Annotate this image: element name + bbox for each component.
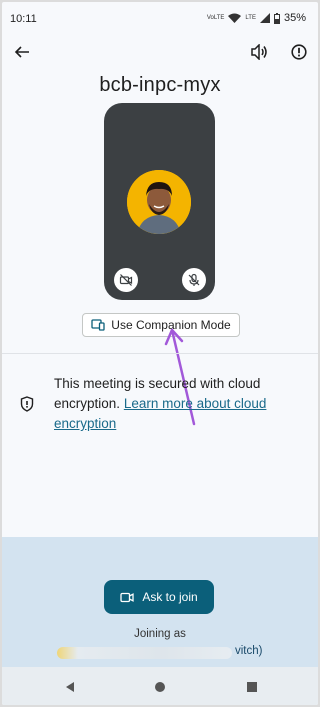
square-recents-icon: [247, 682, 257, 692]
screen: 10:11 VoLTE LTE 35% bcb-inpc-myx Use Com…: [2, 2, 318, 705]
status-time: 10:11: [10, 13, 37, 25]
account-info: vitch): [57, 645, 267, 661]
video-camera-icon: [120, 592, 134, 602]
camera-off-icon: [119, 274, 133, 286]
self-preview-tile: [104, 103, 215, 300]
nav-recents-button[interactable]: [242, 677, 262, 697]
security-text: This meeting is secured with cloud encry…: [54, 374, 290, 434]
info-icon: [291, 44, 307, 60]
audio-output-button[interactable]: [246, 38, 274, 66]
redacted-account: [57, 647, 232, 659]
back-button[interactable]: [8, 38, 36, 66]
lte-indicator: LTE: [245, 15, 256, 21]
nav-back-button[interactable]: [60, 677, 80, 697]
ask-to-join-label: Ask to join: [142, 590, 198, 604]
wifi-icon: [228, 13, 242, 23]
speaker-icon: [251, 44, 267, 60]
signal-icon: [259, 13, 270, 23]
status-icons: VoLTE LTE 35%: [207, 12, 306, 24]
account-suffix: vitch): [235, 645, 263, 657]
use-companion-mode-button[interactable]: Use Companion Mode: [82, 313, 240, 337]
mic-off-icon: [188, 273, 200, 286]
circle-home-icon: [155, 682, 165, 692]
join-panel: Ask to join Joining as vitch): [2, 537, 318, 667]
volte-indicator: VoLTE: [206, 15, 225, 21]
meeting-info-button[interactable]: [285, 38, 313, 66]
shield-icon: [20, 396, 34, 412]
top-app-bar: [2, 36, 318, 72]
battery-icon: [273, 12, 280, 24]
companion-devices-icon: [91, 319, 105, 331]
triangle-back-icon: [66, 682, 74, 692]
joining-as-label: Joining as: [134, 628, 186, 640]
ask-to-join-button[interactable]: Ask to join: [104, 580, 214, 614]
battery-percent: 35%: [283, 12, 306, 24]
mic-toggle-button[interactable]: [182, 268, 206, 292]
system-nav-bar: [2, 667, 318, 705]
avatar: [127, 170, 191, 234]
nav-home-button[interactable]: [150, 677, 170, 697]
arrow-left-icon: [14, 46, 29, 58]
divider: [2, 353, 318, 354]
camera-toggle-button[interactable]: [114, 268, 138, 292]
user-photo: [127, 170, 191, 234]
status-bar: 10:11 VoLTE LTE 35%: [2, 2, 318, 32]
meeting-code: bcb-inpc-myx: [99, 74, 221, 96]
